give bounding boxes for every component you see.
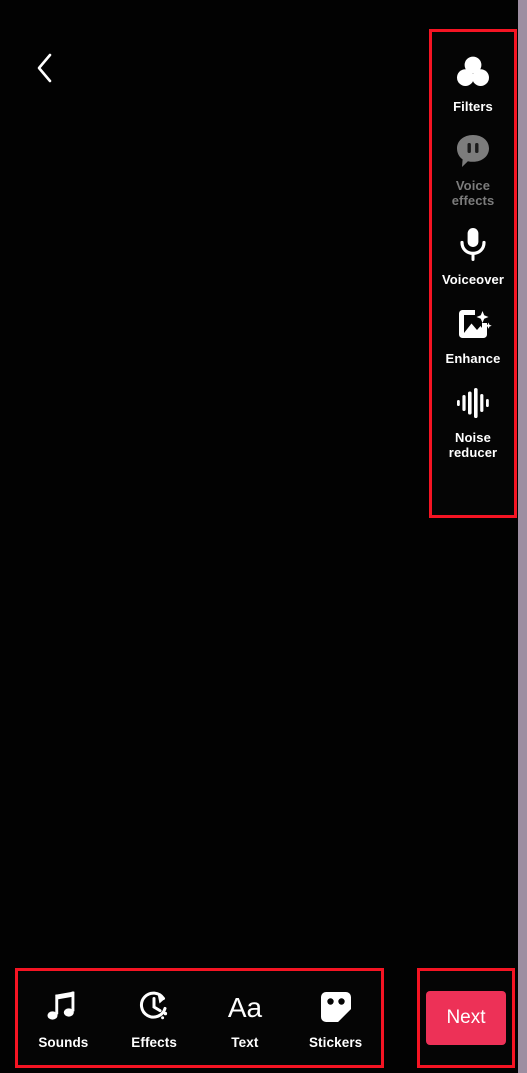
rail-item-label: Filters	[453, 99, 493, 114]
rail-item-voice-effects[interactable]: Voice effects	[432, 129, 514, 209]
toolbar-item-label: Sounds	[38, 1034, 89, 1050]
rail-item-filters[interactable]: Filters	[432, 50, 514, 115]
toolbar-item-text[interactable]: Aa Text	[203, 987, 287, 1050]
toolbar-item-label: Stickers	[308, 1034, 363, 1050]
voice-effects-icon	[453, 129, 493, 173]
enhance-image-icon	[453, 302, 493, 346]
chevron-left-icon	[34, 52, 54, 84]
next-button-frame: Next	[417, 968, 515, 1068]
rail-item-noise-reducer[interactable]: Noise reducer	[432, 381, 514, 461]
clock-rotate-icon	[136, 987, 172, 1027]
right-edge-strip	[518, 0, 527, 1073]
next-button[interactable]: Next	[426, 991, 506, 1045]
toolbar-item-sounds[interactable]: Sounds	[21, 987, 105, 1050]
rail-item-enhance[interactable]: Enhance	[432, 302, 514, 367]
toolbar-item-effects[interactable]: Effects	[112, 987, 196, 1050]
tool-rail: Filters Voice effects Voiceover Enhance …	[429, 29, 517, 518]
rail-item-label: Enhance	[445, 350, 501, 366]
toolbar-item-label: Text	[231, 1034, 259, 1050]
music-note-icon	[45, 987, 81, 1027]
back-button[interactable]	[22, 46, 66, 90]
noise-reducer-icon	[453, 381, 493, 425]
toolbar-item-label: Effects	[131, 1034, 177, 1050]
rail-item-label: Voice effects	[451, 177, 495, 208]
bottom-toolbar: Sounds Effects Aa Text Stickers	[15, 968, 384, 1068]
rail-item-label: Noise reducer	[448, 429, 498, 460]
rail-item-voiceover[interactable]: Voiceover	[432, 223, 514, 288]
filters-icon	[452, 50, 494, 94]
rail-item-label: Voiceover	[441, 271, 505, 287]
microphone-icon	[453, 223, 493, 267]
text-aa-icon: Aa	[221, 987, 269, 1027]
svg-text:Aa: Aa	[228, 992, 263, 1023]
sticker-icon	[318, 987, 354, 1027]
toolbar-item-stickers[interactable]: Stickers	[294, 987, 378, 1050]
